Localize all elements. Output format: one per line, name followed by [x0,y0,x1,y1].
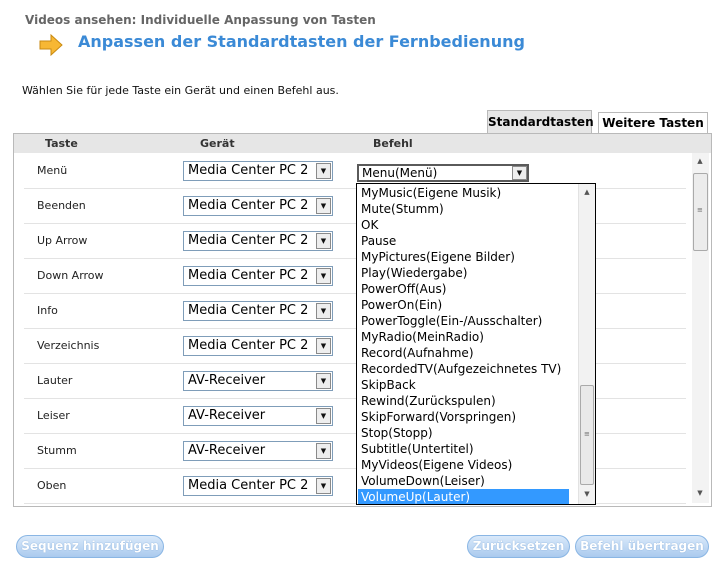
dropdown-option[interactable]: MyPictures(Eigene Bilder) [358,249,569,265]
device-select[interactable]: Media Center PC 2 ▼ [183,301,333,321]
dropdown-option[interactable]: OK [358,217,569,233]
device-select[interactable]: AV-Receiver ▼ [183,406,333,426]
dropdown-option[interactable]: Play(Wiedergabe) [358,265,569,281]
column-header-command: Befehl [373,137,413,150]
column-header-device: Gerät [200,137,235,150]
dropdown-option[interactable]: Pause [358,233,569,249]
device-select-value: Media Center PC 2 [188,233,309,248]
dropdown-option[interactable]: Rewind(Zurückspulen) [358,393,569,409]
dropdown-option[interactable]: Record(Aufnahme) [358,345,569,361]
dropdown-option[interactable]: Stop(Stopp) [358,425,569,441]
command-select[interactable]: Menu(Menü) ▼ [357,164,529,182]
chevron-down-icon[interactable]: ▼ [316,408,331,424]
dropdown-option[interactable]: MyVideos(Eigene Videos) [358,457,569,473]
device-select-value: Media Center PC 2 [188,478,309,493]
dropdown-option[interactable]: Subtitle(Untertitel) [358,441,569,457]
device-select-value: Media Center PC 2 [188,338,309,353]
add-sequence-button[interactable]: Sequenz hinzufügen [16,535,164,558]
device-select[interactable]: Media Center PC 2 ▼ [183,476,333,496]
dropdown-option[interactable]: SkipBack [358,377,569,393]
device-select-value: Media Center PC 2 [188,163,309,178]
tab-weitere-tasten[interactable]: Weitere Tasten [598,112,708,134]
dropdown-option[interactable]: RecordedTV(Aufgezeichnetes TV) [358,361,569,377]
device-select[interactable]: AV-Receiver ▼ [183,441,333,461]
chevron-down-icon[interactable]: ▼ [316,163,331,179]
apply-command-button[interactable]: Befehl übertragen [575,535,709,558]
breadcrumb-title: Videos ansehen: Individuelle Anpassung v… [25,13,376,27]
key-label: Down Arrow [37,269,104,282]
key-label: Stumm [37,444,77,457]
tab-standardtasten[interactable]: Standardtasten [487,110,594,134]
device-select-value: Media Center PC 2 [188,268,309,283]
arrow-right-icon [39,33,63,57]
device-select[interactable]: Media Center PC 2 ▼ [183,196,333,216]
key-label: Info [37,304,58,317]
dropdown-scrollbar[interactable]: ▲ ≡ ▼ [578,184,595,504]
device-select-value: AV-Receiver [188,408,266,423]
chevron-down-icon[interactable]: ▼ [316,198,331,214]
key-label: Lauter [37,374,73,387]
command-dropdown-list: MyMusic(Eigene Musik) Mute(Stumm) OK Pause M… [356,183,596,505]
dropdown-option[interactable]: Mute(Stumm) [358,201,569,217]
dropdown-option[interactable]: MyMusic(Eigene Musik) [358,185,569,201]
device-select[interactable]: Media Center PC 2 ▼ [183,266,333,286]
panel-scroll-thumb[interactable]: ≡ [693,173,708,251]
chevron-down-icon[interactable]: ▼ [316,338,331,354]
device-select-value: Media Center PC 2 [188,198,309,213]
dropdown-option[interactable]: VolumeUp(Lauter) [358,489,569,504]
chevron-down-icon[interactable]: ▼ [316,268,331,284]
page-title: Anpassen der Standardtasten der Fernbedi… [78,32,525,51]
device-select[interactable]: Media Center PC 2 ▼ [183,336,333,356]
chevron-down-icon[interactable]: ▼ [316,373,331,389]
dropdown-option[interactable]: PowerToggle(Ein-/Ausschalter) [358,313,569,329]
dropdown-option[interactable]: SkipForward(Vorspringen) [358,409,569,425]
chevron-down-icon[interactable]: ▼ [316,478,331,494]
chevron-down-icon[interactable]: ▼ [316,303,331,319]
column-header-key: Taste [45,137,78,150]
dropdown-option[interactable]: MyRadio(MeinRadio) [358,329,569,345]
key-label: Up Arrow [37,234,88,247]
scroll-down-icon[interactable]: ▼ [693,486,707,501]
key-label: Menü [37,164,68,177]
dropdown-scroll-thumb[interactable]: ≡ [580,385,594,485]
dropdown-option[interactable]: VolumeDown(Leiser) [358,473,569,489]
table-header: Taste Gerät Befehl [14,134,711,153]
dropdown-option[interactable]: PowerOff(Aus) [358,281,569,297]
scroll-down-icon[interactable]: ▼ [580,487,594,502]
device-select-value: AV-Receiver [188,443,266,458]
key-label: Leiser [37,409,70,422]
panel-scrollbar[interactable]: ▲ ≡ ▼ [692,153,709,503]
instruction-text: Wählen Sie für jede Taste ein Gerät und … [22,84,339,97]
key-label: Verzeichnis [37,339,100,352]
device-select-value: AV-Receiver [188,373,266,388]
chevron-down-icon[interactable]: ▼ [316,443,331,459]
scroll-up-icon[interactable]: ▲ [580,185,594,200]
dropdown-option[interactable]: PowerOn(Ein) [358,297,569,313]
scroll-up-icon[interactable]: ▲ [693,154,707,169]
reset-button[interactable]: Zurücksetzen [467,535,570,558]
command-select-value: Menu(Menü) [362,166,438,180]
device-select[interactable]: Media Center PC 2 ▼ [183,231,333,251]
device-select[interactable]: Media Center PC 2 ▼ [183,161,333,181]
chevron-down-icon[interactable]: ▼ [316,233,331,249]
key-label: Oben [37,479,67,492]
chevron-down-icon[interactable]: ▼ [512,166,527,180]
device-select[interactable]: AV-Receiver ▼ [183,371,333,391]
device-select-value: Media Center PC 2 [188,303,309,318]
key-label: Beenden [37,199,86,212]
